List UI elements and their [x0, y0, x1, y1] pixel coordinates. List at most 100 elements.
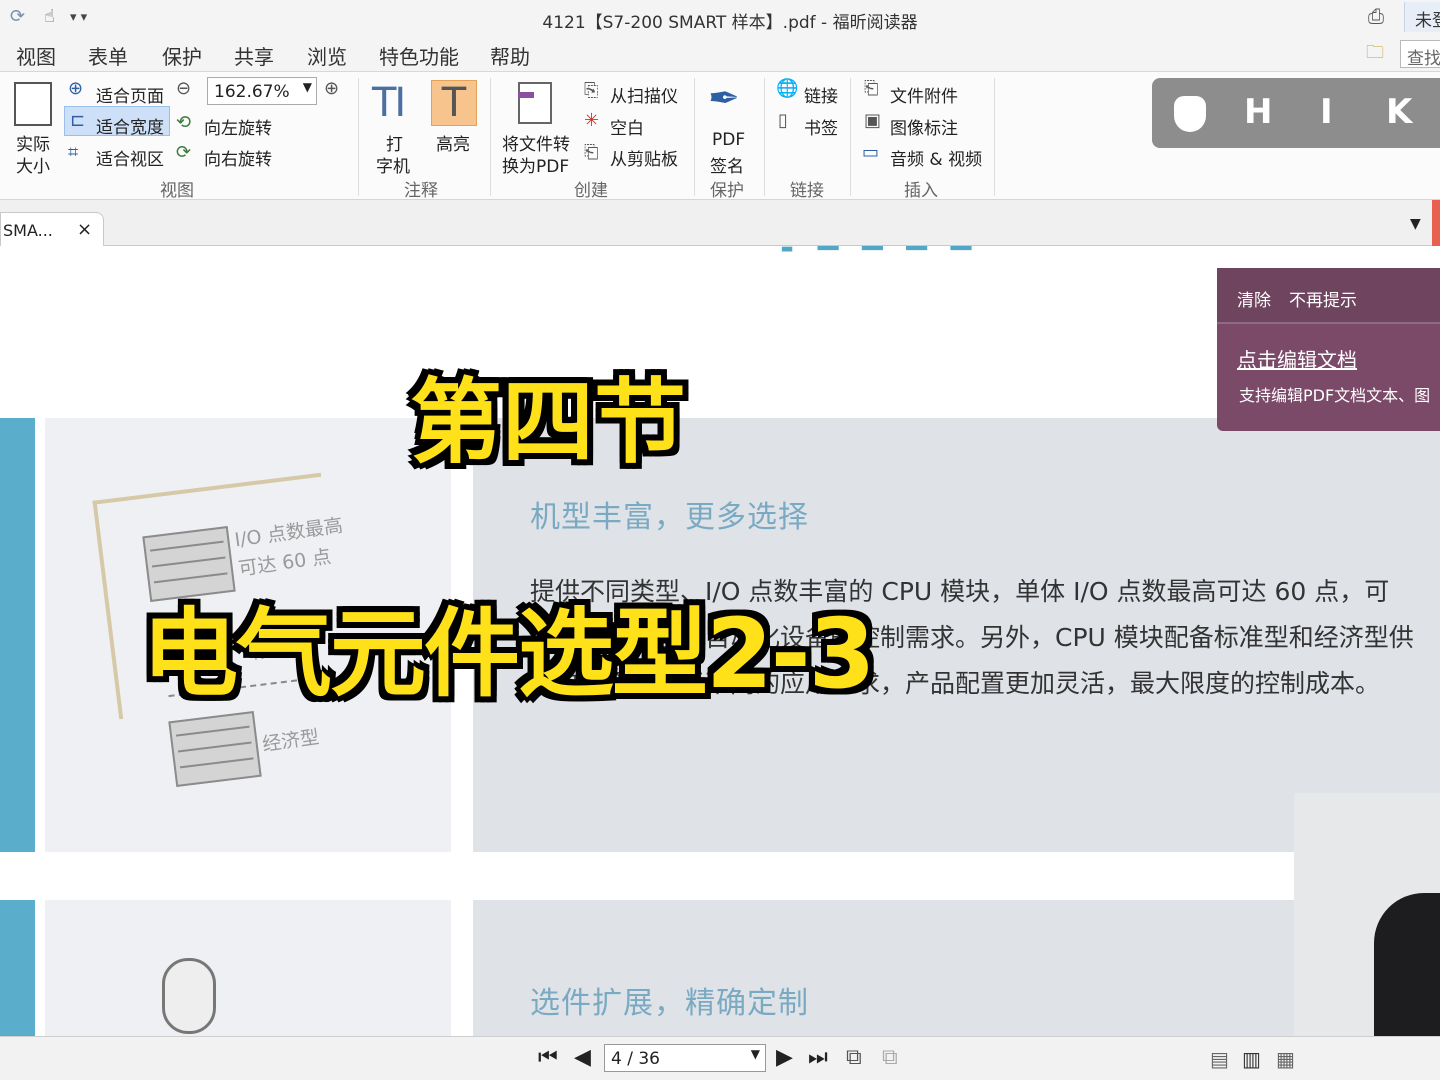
overlay-section-title: 第四节: [410, 369, 687, 476]
annotation-group-label: 注释: [404, 181, 438, 201]
close-icon[interactable]: ×: [77, 219, 92, 240]
page-indicator: 4 / 36: [611, 1049, 660, 1069]
tab-document-title: SMA...: [3, 221, 53, 240]
search-input[interactable]: 查找: [1400, 40, 1440, 69]
ribbon-separator: [694, 78, 695, 196]
next-view-icon[interactable]: ⧉: [882, 1045, 898, 1070]
convert-to-pdf-icon[interactable]: [518, 82, 552, 124]
fit-visible-icon: ⌗: [68, 142, 79, 163]
insert-group-label: 插入: [904, 181, 938, 201]
zoom-value: 162.67%: [214, 82, 290, 102]
previous-page-icon[interactable]: ◀: [574, 1045, 591, 1070]
continuous-view-icon[interactable]: ▥: [1242, 1047, 1261, 1071]
edit-document-link[interactable]: 点击编辑文档: [1237, 344, 1357, 373]
scanner-icon: ⎘: [584, 80, 599, 101]
actual-size-icon[interactable]: [14, 82, 52, 126]
zoom-in-icon[interactable]: ⊕: [324, 78, 339, 99]
edit-tip-popup: 清除 不再提示 点击编辑文档 支持编辑PDF文档文本、图: [1217, 268, 1440, 431]
key-press-overlay: H I K: [1152, 78, 1440, 148]
menu-protect[interactable]: 保护: [162, 41, 202, 70]
key-k: K: [1386, 92, 1413, 132]
menu-view[interactable]: 视图: [16, 41, 56, 70]
clear-button[interactable]: 清除: [1237, 286, 1271, 311]
fit-width-button[interactable]: 适合宽度: [96, 113, 164, 138]
blank-page-icon: ✳: [584, 110, 600, 131]
zoom-select[interactable]: 162.67% ▼: [207, 77, 317, 105]
audio-video-button[interactable]: 音频 & 视频: [890, 145, 982, 170]
highlight-icon[interactable]: T: [431, 80, 477, 126]
link-globe-icon: 🌐: [776, 78, 799, 99]
menu-help[interactable]: 帮助: [490, 41, 530, 70]
chevron-down-icon: ▼: [750, 1047, 760, 1061]
blank-button[interactable]: 空白: [610, 114, 644, 139]
actual-size-label-2[interactable]: 大小: [16, 152, 50, 177]
from-scanner-button[interactable]: 从扫描仪: [610, 82, 678, 107]
bookmark-icon: ▯: [778, 110, 788, 131]
page-heading-cropped: - ━ ━ ━ ━: [780, 246, 978, 268]
typewriter-label-2[interactable]: 字机: [376, 152, 410, 177]
menu-share[interactable]: 共享: [234, 41, 274, 70]
ribbon-separator: [358, 78, 359, 196]
key-h: H: [1244, 92, 1273, 132]
link-button[interactable]: 链接: [804, 82, 838, 107]
overlay-main-title: 电气元件选型2-3: [142, 598, 875, 710]
fit-page-button[interactable]: 适合页面: [96, 82, 164, 107]
typewriter-icon[interactable]: TI: [372, 80, 406, 126]
single-page-view-icon[interactable]: ▤: [1210, 1047, 1229, 1071]
fit-width-icon: ⊏: [70, 110, 86, 131]
menu-form[interactable]: 表单: [88, 41, 128, 70]
menu-browse[interactable]: 浏览: [307, 41, 347, 70]
rotate-right-icon: ⟳: [176, 142, 192, 163]
image-annotation-icon: ▣: [864, 110, 882, 131]
menu-features[interactable]: 特色功能: [379, 41, 459, 70]
first-page-icon[interactable]: ⏮: [538, 1045, 558, 1070]
facing-view-icon[interactable]: ▦: [1276, 1047, 1295, 1071]
rotate-right-button[interactable]: 向右旋转: [204, 145, 272, 170]
convert-label-2[interactable]: 换为PDF: [502, 152, 569, 177]
window-title: 4121【S7-200 SMART 样本】.pdf - 福昕阅读器: [542, 13, 918, 33]
bookmark-button[interactable]: 书签: [804, 114, 838, 139]
tab-accent-bar: [1432, 200, 1440, 246]
from-clipboard-button[interactable]: 从剪贴板: [610, 145, 678, 170]
previous-view-icon[interactable]: ⧉: [846, 1045, 862, 1070]
file-attachment-button[interactable]: 文件附件: [890, 82, 958, 107]
zoom-out-icon[interactable]: ⊖: [176, 78, 191, 99]
last-page-icon[interactable]: ⏭: [808, 1045, 828, 1070]
cpu-module-economy-icon: [168, 711, 262, 787]
pdf-sign-label-1[interactable]: PDF: [712, 130, 745, 150]
section-title: 选件扩展，精确定制: [530, 986, 809, 1021]
next-page-icon[interactable]: ▶: [776, 1045, 793, 1070]
convert-pdf-mark-icon: [518, 92, 534, 98]
page-navigation-bar: ⏮ ◀ 4 / 36 ▼ ▶ ⏭ ⧉ ⧉ ▤ ▥ ▦: [0, 1036, 1440, 1080]
popup-description: 支持编辑PDF文档文本、图: [1239, 386, 1431, 405]
illustration-panel: [45, 900, 451, 1036]
audio-video-icon: ▭: [862, 142, 880, 163]
menu-bar: 视图 表单 保护 共享 浏览 特色功能 帮助: [0, 36, 1440, 72]
fit-visible-button[interactable]: 适合视区: [96, 145, 164, 170]
expansion-module-icon: [162, 958, 216, 1034]
section-accent-bar: [0, 900, 35, 1036]
pdf-sign-pen-icon[interactable]: ✒: [708, 76, 740, 120]
dont-show-again-button[interactable]: 不再提示: [1289, 286, 1357, 311]
links-group-label: 链接: [790, 181, 824, 201]
tab-list-dropdown-icon[interactable]: ▼: [1410, 216, 1421, 232]
tab-document[interactable]: SMA... ×: [0, 212, 104, 246]
protect-group-label: 保护: [710, 181, 744, 201]
chevron-down-icon: ▼: [302, 80, 312, 94]
page-number-input[interactable]: 4 / 36 ▼: [604, 1044, 766, 1072]
login-button[interactable]: 未登: [1404, 2, 1440, 32]
mouse-icon: [1174, 96, 1206, 132]
create-group-label: 创建: [574, 181, 608, 201]
rotate-left-button[interactable]: 向左旋转: [204, 114, 272, 139]
highlight-button[interactable]: 高亮: [436, 130, 470, 155]
foxit-reader-window: { "window": { "title": "4121【S7-200 SMAR…: [0, 0, 1440, 1080]
section-title: 机型丰富，更多选择: [530, 500, 809, 535]
share-icon[interactable]: ⎙: [1368, 4, 1384, 28]
ribbon-separator: [764, 78, 765, 196]
key-i: I: [1320, 92, 1333, 132]
ribbon-separator: [850, 78, 851, 196]
image-annotation-button[interactable]: 图像标注: [890, 114, 958, 139]
document-tab-bar: SMA... × ▼: [0, 200, 1440, 246]
pdf-sign-label-2[interactable]: 签名: [710, 152, 744, 177]
find-folder-icon[interactable]: 🗀: [1366, 40, 1396, 66]
